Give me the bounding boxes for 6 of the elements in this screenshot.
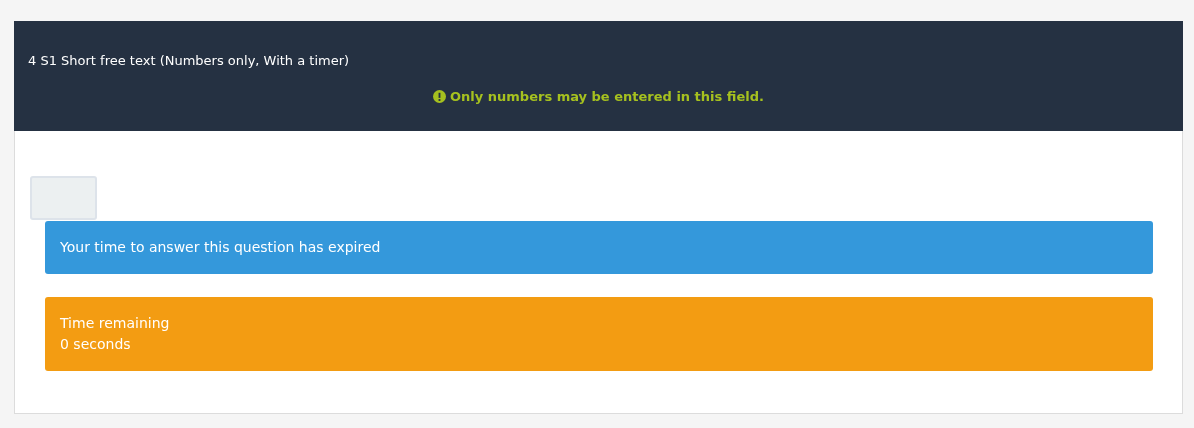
alert-text: Your time to answer this question has expired <box>60 238 382 257</box>
alert-text: 0 seconds <box>60 335 132 354</box>
question-title: 4 S1 Short free text (Numbers only, With a timer) <box>28 52 351 70</box>
alert-text: Time remaining <box>60 314 171 333</box>
hint-text: Only numbers may be entered in this field. <box>450 89 764 104</box>
exclamation-icon <box>433 90 447 103</box>
